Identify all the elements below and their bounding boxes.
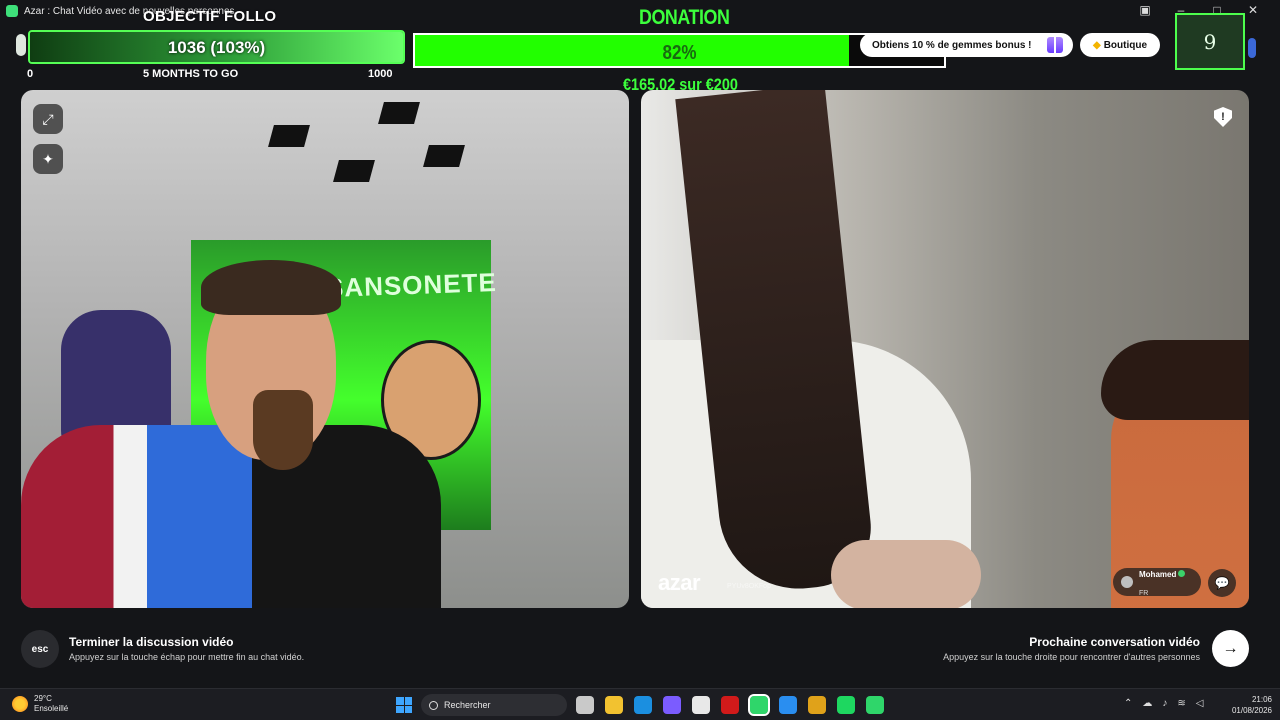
search-icon <box>429 700 438 710</box>
taskbar-apps <box>576 694 884 716</box>
network-icon[interactable]: ☁ <box>1142 698 1152 709</box>
end-chat-title: Terminer la discussion vidéo <box>69 635 234 649</box>
self-video-feed: SANSONETE ⤢ ✦ <box>21 90 629 608</box>
sun-icon <box>12 696 28 712</box>
gems-count: 9 <box>1203 29 1217 54</box>
donation-percent: 82% <box>662 42 697 64</box>
objectif-min-label: 0 <box>27 68 34 80</box>
wifi-icon[interactable]: ≋ <box>1177 698 1185 709</box>
gems-counter: 9 <box>1175 13 1245 70</box>
session-id: PYUv8OKFop <box>727 583 771 590</box>
taskbar-app-icon[interactable] <box>808 696 826 714</box>
second-person-hair <box>1101 340 1249 420</box>
bonus-gems-button[interactable]: Obtiens 10 % de gemmes bonus ! <box>860 33 1073 57</box>
left-edge-indicator <box>16 34 26 56</box>
shop-label: Boutique <box>1103 39 1148 51</box>
taskbar-search-input[interactable]: Rechercher <box>421 694 567 716</box>
report-shield-icon[interactable]: ! <box>1214 107 1232 127</box>
mural-text: SANSONETE <box>325 267 498 303</box>
esc-button[interactable]: esc <box>21 630 59 668</box>
partner-hand <box>831 540 981 608</box>
objectif-progress-bar: 1036 (103%) <box>28 30 405 64</box>
donation-title: DONATION <box>639 6 730 29</box>
speaker-icon[interactable]: ◁ <box>1196 698 1204 709</box>
weather-temp: 29°C <box>34 694 52 703</box>
taskbar-app-icon[interactable] <box>721 696 739 714</box>
objectif-title: OBJECTIF FOLLO <box>143 8 277 25</box>
ceiling-vent <box>268 125 310 147</box>
next-chat-subtitle: Appuyez sur la touche droite pour rencon… <box>943 652 1200 662</box>
taskbar-app-icon[interactable] <box>634 696 652 714</box>
partner-user-chip[interactable]: Mohamed FR <box>1113 568 1201 597</box>
taskbar: 29°C Ensoleillé Rechercher ⌃ ☁ ♪ ≋ ◁ 21:… <box>0 688 1280 720</box>
streamer-beard <box>253 390 313 470</box>
ceiling-vent <box>333 160 375 182</box>
camera-icon[interactable]: ▣ <box>1138 3 1152 17</box>
chevron-up-icon[interactable]: ⌃ <box>1124 698 1132 709</box>
search-placeholder: Rechercher <box>444 700 491 710</box>
taskbar-app-icon[interactable] <box>576 696 594 714</box>
verified-icon <box>1178 570 1186 577</box>
magic-wand-icon[interactable]: ✦ <box>33 144 63 174</box>
close-icon[interactable]: ✕ <box>1246 3 1260 17</box>
esc-label: esc <box>31 643 49 655</box>
azar-window: Azar : Chat Vidéo avec de nouvelles pers… <box>0 0 1280 688</box>
next-chat-title: Prochaine conversation vidéo <box>1029 635 1200 649</box>
partner-country: FR <box>1139 590 1149 597</box>
end-chat-subtitle: Appuyez sur la touche échap pour mettre … <box>69 652 305 662</box>
clock-time: 21:06 <box>1251 695 1272 704</box>
windows-start-icon[interactable] <box>396 697 412 713</box>
streamer-shirt <box>21 425 441 608</box>
gift-icon <box>1047 37 1063 53</box>
partner-username: Mohamed <box>1139 570 1177 579</box>
taskbar-app-icon[interactable] <box>837 696 855 714</box>
objectif-value: 1036 (103%) <box>167 38 266 57</box>
taskbar-app-icon[interactable] <box>692 696 710 714</box>
taskbar-app-icon[interactable] <box>779 696 797 714</box>
taskbar-app-icon[interactable] <box>748 694 770 716</box>
streamer-hair <box>201 260 341 315</box>
arrow-right-icon: → <box>1222 639 1239 657</box>
right-edge-indicator <box>1248 38 1256 58</box>
chat-bubble-icon[interactable]: 💬 <box>1208 569 1236 597</box>
gem-icon: ◆ <box>1092 39 1101 51</box>
taskbar-app-icon[interactable] <box>663 696 681 714</box>
azar-logo: azar <box>658 570 701 595</box>
next-chat-button[interactable]: → <box>1212 630 1249 667</box>
taskbar-app-icon[interactable] <box>866 696 884 714</box>
clock-date: 01/08/2026 <box>1231 706 1272 715</box>
objectif-max-label: 1000 <box>368 68 393 80</box>
objectif-sub-label: 5 MONTHS TO GO <box>143 68 239 80</box>
weather-widget[interactable]: 29°C Ensoleillé <box>12 694 68 714</box>
partner-video-feed: ! azar PYUv8OKFop Mohamed FR 💬 <box>641 90 1249 608</box>
expand-icon[interactable]: ⤢ <box>33 104 63 134</box>
taskbar-app-icon[interactable] <box>605 696 623 714</box>
azar-app-icon <box>6 5 18 17</box>
shop-button[interactable]: ◆ Boutique <box>1080 33 1160 57</box>
ceiling-vent <box>378 102 420 124</box>
system-tray: ⌃ ☁ ♪ ≋ ◁ <box>1124 698 1203 709</box>
avatar <box>1121 576 1133 588</box>
bonus-gems-label: Obtiens 10 % de gemmes bonus ! <box>872 39 1032 51</box>
ceiling-vent <box>423 145 465 167</box>
microphone-icon[interactable]: ♪ <box>1162 698 1167 709</box>
weather-desc: Ensoleillé <box>34 704 69 713</box>
taskbar-clock[interactable]: 21:06 01/08/2026 <box>1232 694 1272 716</box>
